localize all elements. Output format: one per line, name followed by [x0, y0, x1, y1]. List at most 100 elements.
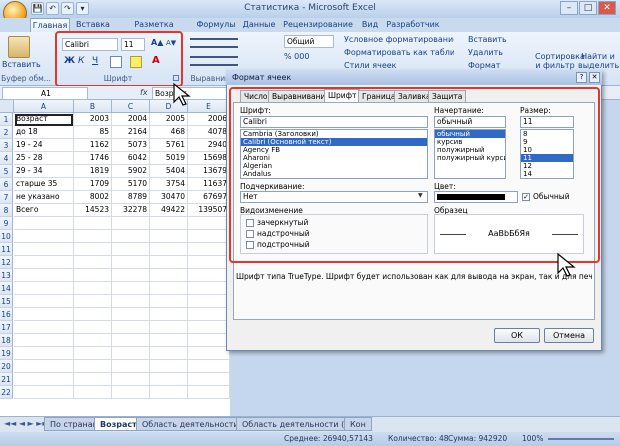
row-header[interactable]: 2 — [0, 126, 13, 139]
table-cell[interactable] — [112, 243, 150, 256]
row-header[interactable]: 15 — [0, 295, 13, 308]
table-cell[interactable] — [14, 217, 74, 230]
delete-cells-button[interactable]: Удалить — [468, 48, 518, 57]
find-select-button[interactable]: Найти и выделить — [578, 52, 619, 70]
table-cell[interactable] — [14, 321, 74, 334]
table-cell[interactable] — [150, 295, 188, 308]
table-cell[interactable] — [112, 386, 150, 399]
table-cell[interactable] — [188, 295, 230, 308]
table-cell[interactable]: 2164 — [112, 126, 150, 139]
table-cell[interactable] — [150, 334, 188, 347]
table-cell[interactable] — [112, 334, 150, 347]
table-cell[interactable] — [188, 230, 230, 243]
table-cell[interactable]: 5170 — [112, 178, 150, 191]
table-cell[interactable] — [112, 217, 150, 230]
table-cell[interactable] — [74, 230, 112, 243]
table-cell[interactable] — [74, 386, 112, 399]
table-cell[interactable] — [188, 269, 230, 282]
sheet-tab-more[interactable]: Кон — [344, 417, 372, 431]
table-cell[interactable]: 5073 — [112, 139, 150, 152]
table-cell[interactable] — [188, 386, 230, 399]
dialog-help-button[interactable]: ? — [576, 72, 587, 83]
table-cell[interactable] — [74, 217, 112, 230]
table-cell[interactable]: 49422 — [150, 204, 188, 217]
tab-insert[interactable]: Вставка — [74, 18, 112, 32]
table-cell[interactable] — [188, 373, 230, 386]
table-cell[interactable]: 139507 — [188, 204, 230, 217]
align-left-icon[interactable] — [190, 56, 238, 66]
table-cell[interactable] — [112, 269, 150, 282]
table-cell[interactable] — [112, 230, 150, 243]
number-format-select[interactable]: Общий — [284, 35, 334, 48]
sheet-tab-field-2[interactable]: Область деятельности (2) — [236, 417, 359, 431]
tab-review[interactable]: Рецензирование — [282, 18, 354, 32]
paste-button[interactable]: Вставить — [2, 60, 42, 69]
table-cell[interactable]: 67697 — [188, 191, 230, 204]
table-cell[interactable]: 25 - 28 — [14, 152, 74, 165]
table-cell[interactable] — [14, 373, 74, 386]
dialog-close-button[interactable]: ✕ — [589, 72, 600, 83]
minimize-button[interactable]: – — [560, 1, 578, 15]
table-cell[interactable] — [112, 282, 150, 295]
row-header[interactable]: 7 — [0, 191, 13, 204]
table-cell[interactable]: 1819 — [74, 165, 112, 178]
table-cell[interactable] — [150, 321, 188, 334]
table-cell[interactable] — [74, 321, 112, 334]
table-cell[interactable] — [150, 269, 188, 282]
table-cell[interactable]: 5902 — [112, 165, 150, 178]
table-cell[interactable] — [150, 360, 188, 373]
table-cell[interactable]: 3754 — [150, 178, 188, 191]
table-cell[interactable] — [188, 347, 230, 360]
row-header[interactable]: 22 — [0, 386, 13, 399]
table-cell[interactable]: 2003 — [74, 113, 112, 126]
table-cell[interactable]: 30470 — [150, 191, 188, 204]
table-cell[interactable] — [150, 230, 188, 243]
table-cell[interactable] — [74, 347, 112, 360]
column-header-e[interactable]: E — [188, 100, 230, 113]
row-header[interactable]: 14 — [0, 282, 13, 295]
table-cell[interactable]: 13679 — [188, 165, 230, 178]
table-cell[interactable]: 5404 — [150, 165, 188, 178]
table-cell[interactable] — [112, 347, 150, 360]
cancel-button[interactable]: Отмена — [544, 328, 594, 343]
column-header-c[interactable]: C — [112, 100, 150, 113]
table-cell[interactable]: 5761 — [150, 139, 188, 152]
table-cell[interactable] — [74, 334, 112, 347]
cell-styles-button[interactable]: Стили ячеек — [344, 61, 454, 70]
table-cell[interactable]: 1709 — [74, 178, 112, 191]
table-cell[interactable] — [150, 373, 188, 386]
align-top-icon[interactable] — [190, 38, 238, 48]
maximize-button[interactable]: □ — [579, 1, 597, 15]
table-cell[interactable] — [14, 308, 74, 321]
table-cell[interactable]: 5019 — [150, 152, 188, 165]
table-cell[interactable] — [14, 334, 74, 347]
table-cell[interactable]: 19 - 24 — [14, 139, 74, 152]
close-button[interactable]: ✕ — [598, 1, 616, 15]
table-cell[interactable] — [14, 269, 74, 282]
table-cell[interactable]: 15698 — [188, 152, 230, 165]
row-header[interactable]: 11 — [0, 243, 13, 256]
tab-view[interactable]: Вид — [358, 18, 382, 32]
table-cell[interactable]: 1162 — [74, 139, 112, 152]
table-cell[interactable] — [74, 373, 112, 386]
table-cell[interactable] — [14, 360, 74, 373]
row-header[interactable]: 8 — [0, 204, 13, 217]
table-cell[interactable] — [14, 230, 74, 243]
table-cell[interactable]: 2006 — [188, 113, 230, 126]
table-cell[interactable] — [188, 256, 230, 269]
ok-button[interactable]: ОК — [494, 328, 540, 343]
table-cell[interactable] — [14, 347, 74, 360]
sheet-nav-icon[interactable]: ◄◄ ◄ ► ►► — [4, 419, 49, 428]
format-table-button[interactable]: Форматировать как таблицу — [344, 48, 454, 57]
table-cell[interactable]: 468 — [150, 126, 188, 139]
table-cell[interactable]: не указано — [14, 191, 74, 204]
table-cell[interactable]: 8002 — [74, 191, 112, 204]
sort-filter-button[interactable]: Сортировка и фильтр — [535, 52, 585, 70]
table-cell[interactable]: 6042 — [112, 152, 150, 165]
column-header-b[interactable]: B — [74, 100, 112, 113]
table-cell[interactable] — [150, 243, 188, 256]
conditional-format-button[interactable]: Условное форматирование — [344, 35, 454, 44]
table-cell[interactable] — [112, 373, 150, 386]
table-cell[interactable] — [14, 256, 74, 269]
table-cell[interactable] — [150, 256, 188, 269]
